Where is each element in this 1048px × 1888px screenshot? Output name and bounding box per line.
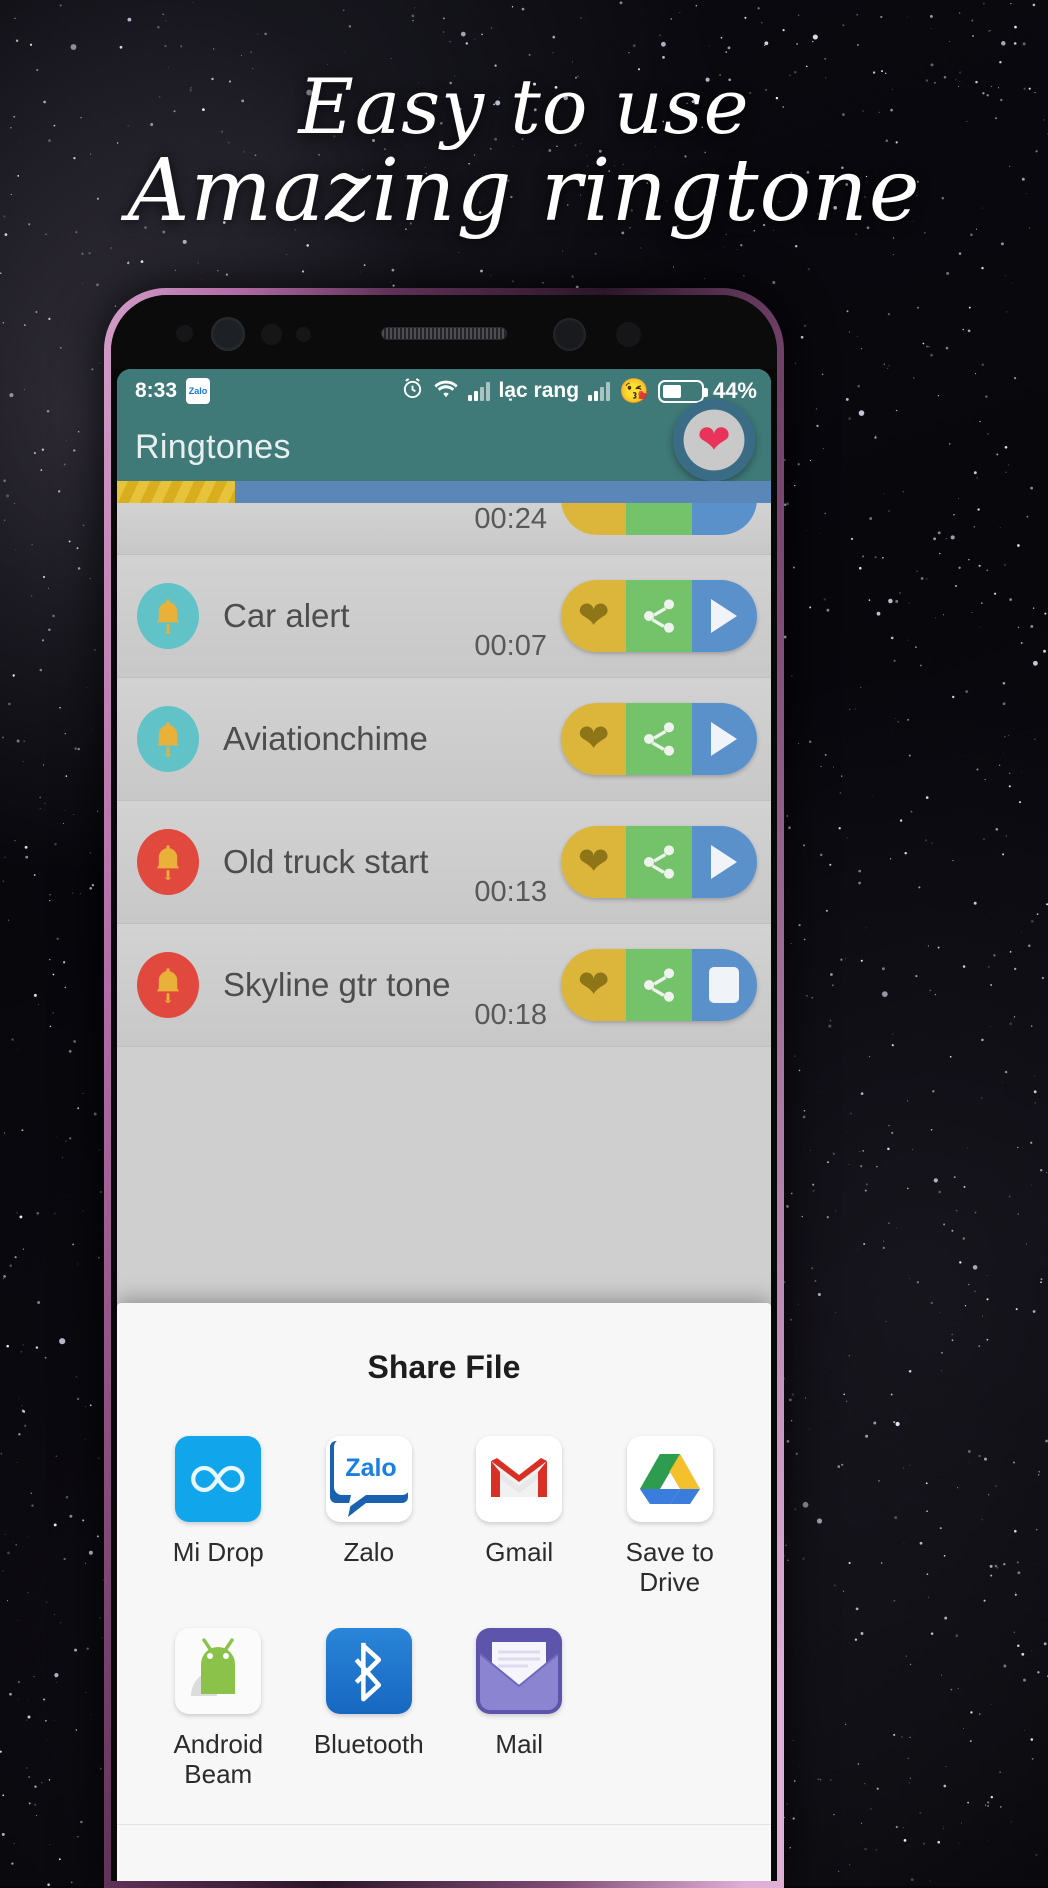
- sheet-bottom-area: [117, 1825, 771, 1881]
- bell-icon: [137, 952, 199, 1018]
- ringtone-duration: 00:18: [474, 999, 547, 1031]
- favorite-button[interactable]: ❤: [561, 703, 627, 775]
- share-target-label: Save to Drive: [625, 1537, 714, 1598]
- secondary-sensor-icon: [616, 322, 641, 347]
- ringtone-row[interactable]: Car alert 00:07 ❤: [117, 555, 771, 678]
- share-target-item[interactable]: Mail: [444, 1628, 595, 1790]
- ringtone-title: Old truck start: [223, 843, 429, 880]
- app-toolbar: Ringtones ❤: [117, 399, 771, 481]
- heart-icon: ❤: [577, 841, 610, 883]
- svg-text:Zalo: Zalo: [345, 1454, 396, 1482]
- seek-progress-hatch: [117, 481, 235, 503]
- ringtone-list[interactable]: 00:24 Car alert 00:07 ❤ Aviationchime ❤ Old tr…: [117, 503, 771, 1047]
- favorite-button[interactable]: ❤: [561, 826, 627, 898]
- favorite-button[interactable]: ❤: [561, 949, 627, 1021]
- signal-bars-icon-secondary: [588, 381, 611, 401]
- phone-sensor-bar: [111, 295, 777, 369]
- zalo-notification-icon: Zalo: [186, 378, 211, 404]
- phone-bezel-inner: 8:33 Zalo lạc rang 😘 44% Ringtones ❤ 00:…: [111, 295, 777, 1881]
- promo-line-2: Amazing ringtone: [127, 140, 921, 241]
- status-bar-clock: 8:33: [135, 379, 178, 402]
- row-action-group: ❤: [561, 703, 757, 775]
- bell-icon: [137, 706, 199, 772]
- earpiece-speaker: [381, 327, 507, 340]
- ringtone-duration: 00:07: [474, 630, 547, 662]
- ringtone-title: Car alert: [223, 597, 350, 634]
- signal-bars-icon: [467, 381, 490, 401]
- favorites-fab-button[interactable]: ❤: [673, 399, 755, 481]
- aux-sensor-icon: [296, 327, 311, 342]
- front-camera-icon: [553, 318, 586, 351]
- share-target-item[interactable]: Save to Drive: [595, 1436, 746, 1598]
- ringtone-row[interactable]: 00:24: [117, 503, 771, 555]
- status-bar: 8:33 Zalo lạc rang 😘 44%: [117, 369, 771, 413]
- heart-icon: ❤: [577, 964, 610, 1006]
- stop-button[interactable]: [691, 949, 757, 1021]
- stop-icon: [709, 967, 740, 1003]
- zalo-icon: Zalo: [325, 1436, 412, 1523]
- row-action-group: ❤: [561, 949, 757, 1021]
- favorite-button[interactable]: ❤: [561, 580, 627, 652]
- mail-envelope-icon: [476, 1628, 563, 1715]
- android-beam-icon: [175, 1628, 262, 1715]
- gmail-icon: [476, 1436, 563, 1523]
- page-title: Ringtones: [135, 427, 291, 466]
- heart-icon: ❤: [577, 595, 610, 637]
- ringtone-title: Skyline gtr tone: [223, 966, 451, 1003]
- share-target-grid: Mi Drop Zalo Zalo Gmail Save to Drive Android…: [117, 1436, 771, 1790]
- share-target-item[interactable]: Zalo Zalo: [294, 1436, 445, 1598]
- carrier-name: lạc rang: [498, 379, 580, 402]
- bluetooth-icon: [325, 1628, 412, 1715]
- share-target-label: Android Beam: [173, 1729, 264, 1790]
- play-button[interactable]: [691, 703, 757, 775]
- heart-icon: ❤: [697, 418, 731, 462]
- play-icon: [711, 722, 738, 756]
- row-action-group: ❤: [561, 580, 757, 652]
- iris-scanner-icon: [211, 317, 245, 351]
- share-target-label: Mi Drop: [172, 1537, 264, 1568]
- play-button[interactable]: [691, 826, 757, 898]
- share-button[interactable]: [626, 949, 692, 1021]
- mi-drop-icon: [175, 1436, 262, 1523]
- ringtone-row[interactable]: Skyline gtr tone 00:18 ❤: [117, 924, 771, 1047]
- ringtone-duration: 00:13: [474, 876, 547, 908]
- share-target-label: Bluetooth: [313, 1729, 424, 1760]
- share-target-item[interactable]: Mi Drop: [143, 1436, 294, 1598]
- smiling-face-with-hearts-emoji: 😘: [619, 377, 649, 405]
- ringtone-duration: 00:24: [474, 503, 547, 535]
- share-target-item[interactable]: Bluetooth: [294, 1628, 445, 1790]
- seek-progress-bar[interactable]: [117, 481, 771, 503]
- alarm-clock-icon: [401, 377, 424, 406]
- share-button[interactable]: [626, 703, 692, 775]
- share-target-label: Gmail: [485, 1537, 554, 1568]
- share-target-label: Zalo: [343, 1537, 395, 1568]
- google-drive-icon: [626, 1436, 713, 1523]
- share-target-item[interactable]: Gmail: [444, 1436, 595, 1598]
- phone-screen: 8:33 Zalo lạc rang 😘 44% Ringtones ❤ 00:…: [117, 369, 771, 1881]
- share-button[interactable]: [626, 580, 692, 652]
- phone-mockup: 8:33 Zalo lạc rang 😘 44% Ringtones ❤ 00:…: [104, 288, 784, 1888]
- bell-icon: [137, 583, 199, 649]
- light-sensor-icon: [261, 324, 282, 345]
- play-button[interactable]: [691, 580, 757, 652]
- wifi-icon: [433, 377, 459, 405]
- play-icon: [711, 599, 738, 633]
- ringtone-row[interactable]: Old truck start 00:13 ❤: [117, 801, 771, 924]
- heart-icon: ❤: [577, 718, 610, 760]
- bell-icon: [137, 829, 199, 895]
- proximity-sensor-icon: [176, 325, 193, 342]
- ringtone-row[interactable]: Aviationchime ❤: [117, 678, 771, 801]
- row-action-group: ❤: [561, 826, 757, 898]
- ringtone-title: Aviationchime: [223, 720, 428, 757]
- share-button[interactable]: [626, 826, 692, 898]
- promo-line-1: Easy to use: [298, 62, 750, 151]
- share-target-item[interactable]: Android Beam: [143, 1628, 294, 1790]
- share-sheet-title: Share File: [367, 1349, 521, 1386]
- play-icon: [711, 845, 738, 879]
- promo-headline: Easy to use Amazing ringtone: [0, 62, 1048, 241]
- share-sheet-dialog: Share File Mi Drop Zalo Zalo Gmail Save to D…: [117, 1303, 771, 1881]
- share-target-label: Mail: [495, 1729, 544, 1760]
- battery-icon: [657, 379, 708, 403]
